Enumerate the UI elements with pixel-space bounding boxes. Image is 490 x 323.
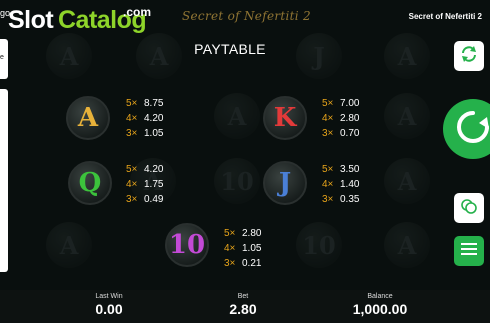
pays-j: 5× 3.50 4× 1.40 3× 0.35 — [322, 162, 359, 207]
left-side-panel[interactable] — [0, 89, 8, 272]
left-panel-label: e — [0, 54, 4, 61]
watermark-com: .com — [123, 5, 152, 19]
pays-value: 0.21 — [242, 258, 262, 269]
pays-mult: 3× — [126, 128, 138, 139]
pays-value: 7.00 — [340, 98, 360, 109]
pays-mult: 5× — [126, 164, 138, 175]
menu-button[interactable] — [454, 236, 484, 266]
pays-value: 8.75 — [144, 98, 164, 109]
pays-mult: 3× — [224, 258, 236, 269]
pays-value: 2.80 — [340, 113, 360, 124]
bet-value: 2.80 — [229, 301, 257, 317]
bet-stat[interactable]: Bet 2.80 — [198, 293, 288, 317]
pays-mult: 4× — [224, 243, 236, 254]
pays-mult: 5× — [224, 228, 236, 239]
pays-q: 5× 4.20 4× 1.75 3× 0.49 — [126, 162, 163, 207]
last-win-value: 0.00 — [95, 301, 123, 317]
symbol-q: Q — [68, 161, 112, 205]
autoplay-icon — [459, 44, 479, 69]
balance-value: 1,000.00 — [352, 301, 408, 317]
pays-mult: 5× — [322, 98, 334, 109]
pays-value: 4.20 — [144, 113, 164, 124]
pays-mult: 4× — [322, 179, 334, 190]
pays-mult: 4× — [126, 179, 138, 190]
pays-mult: 4× — [126, 113, 138, 124]
page-title: PAYTABLE — [194, 41, 266, 57]
pays-value: 1.05 — [144, 128, 164, 139]
hamburger-menu-icon — [461, 242, 477, 261]
pays-value: 0.35 — [340, 194, 360, 205]
balance-stat: Balance 1,000.00 — [335, 293, 425, 317]
coins-icon — [459, 196, 479, 221]
settings-button[interactable] — [454, 193, 484, 223]
pays-mult: 4× — [322, 113, 334, 124]
symbol-k: K — [263, 96, 307, 140]
pays-value: 1.05 — [242, 243, 262, 254]
spin-icon — [453, 107, 490, 152]
symbol-j-glyph: J — [278, 168, 292, 198]
symbol-q-glyph: Q — [78, 168, 102, 198]
symbol-a: A — [66, 96, 110, 140]
pays-10: 5× 2.80 4× 1.05 3× 0.21 — [224, 226, 261, 271]
symbol-10: 10 — [165, 223, 209, 267]
pays-mult: 3× — [322, 128, 334, 139]
pays-value: 3.50 — [340, 164, 360, 175]
pays-mult: 5× — [126, 98, 138, 109]
pays-mult: 3× — [322, 194, 334, 205]
last-win-stat: Last Win 0.00 — [64, 293, 154, 317]
autoplay-button[interactable] — [454, 41, 484, 71]
symbol-10-glyph: 10 — [168, 230, 206, 260]
symbol-a-glyph: A — [77, 103, 99, 133]
pays-value: 1.75 — [144, 179, 164, 190]
watermark-slot: Slot — [8, 6, 54, 34]
pays-k: 5× 7.00 4× 2.80 3× 0.70 — [322, 96, 359, 141]
pays-value: 4.20 — [144, 164, 164, 175]
pays-mult: 5× — [322, 164, 334, 175]
pays-value: 0.70 — [340, 128, 360, 139]
bet-label: Bet — [237, 293, 249, 300]
pays-a: 5× 8.75 4× 4.20 3× 1.05 — [126, 96, 163, 141]
symbol-k-glyph: K — [273, 103, 297, 133]
game-logo: Secret of Nefertiti 2 — [182, 9, 311, 23]
left-cropped-label: go — [0, 8, 11, 18]
pays-value: 2.80 — [242, 228, 262, 239]
left-menu-panel[interactable]: e — [0, 39, 8, 79]
symbol-j: J — [263, 161, 307, 205]
last-win-label: Last Win — [95, 293, 123, 300]
pays-value: 0.49 — [144, 194, 164, 205]
balance-label: Balance — [367, 293, 393, 300]
game-title: Secret of Nefertiti 2 — [408, 12, 482, 21]
pays-value: 1.40 — [340, 179, 360, 190]
pays-mult: 3× — [126, 194, 138, 205]
